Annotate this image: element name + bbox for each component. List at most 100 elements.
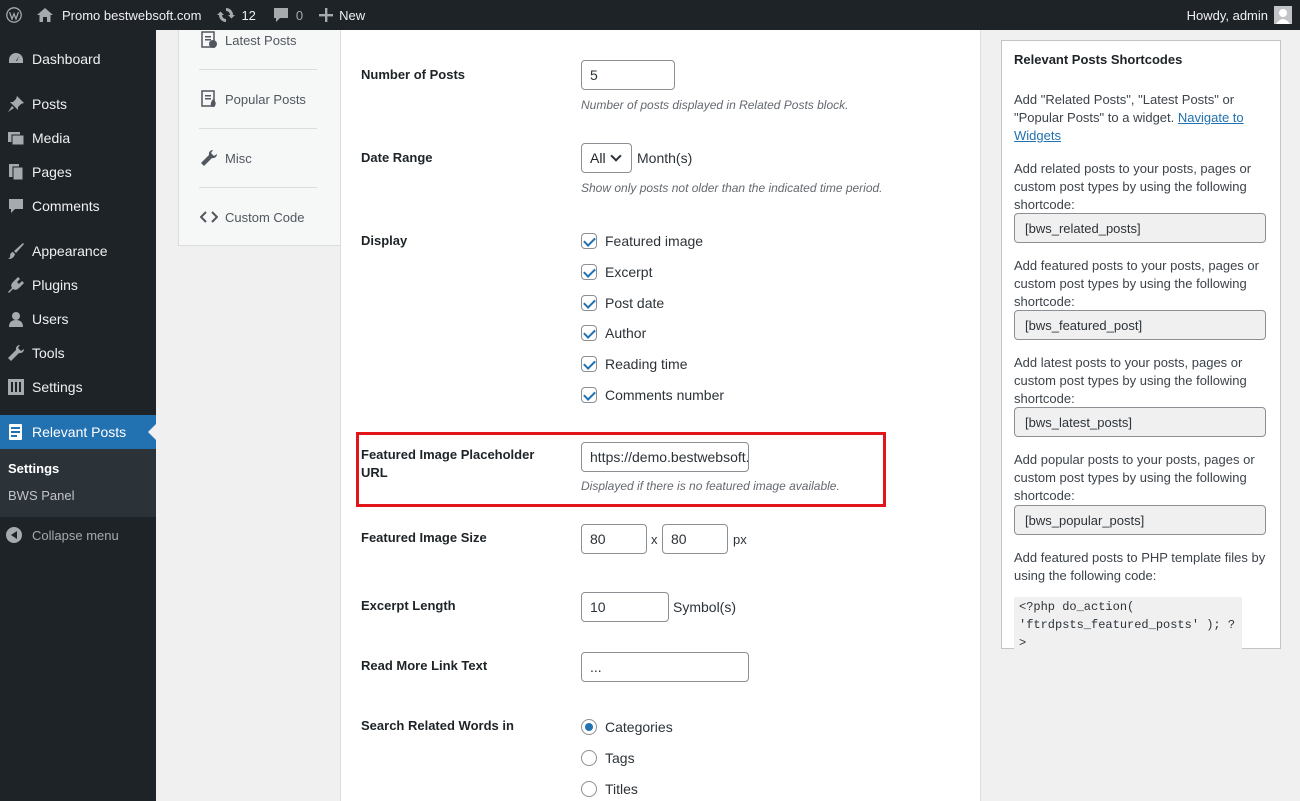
- comments-count: 0: [295, 7, 304, 23]
- tab-divider: [199, 69, 317, 70]
- menu-label: Users: [32, 311, 69, 327]
- radio-icon: [581, 750, 597, 766]
- date-range-select[interactable]: All: [581, 143, 632, 173]
- checkbox-label: Featured image: [605, 233, 704, 249]
- menu-posts[interactable]: Posts: [0, 87, 156, 121]
- menu-media[interactable]: Media: [0, 121, 156, 155]
- display-post-date-checkbox[interactable]: Post date: [581, 295, 664, 311]
- checkbox-checked-icon: [581, 295, 597, 311]
- menu-users[interactable]: Users: [0, 302, 156, 336]
- menu-label: Comments: [32, 198, 100, 214]
- date-range-label: Date Range: [361, 150, 433, 165]
- related-shortcode[interactable]: [bws_related_posts]: [1014, 213, 1266, 243]
- submenu-bws-panel[interactable]: BWS Panel: [0, 482, 156, 509]
- image-size-label: Featured Image Size: [361, 530, 487, 545]
- collapse-label: Collapse menu: [32, 527, 119, 543]
- my-account[interactable]: Howdy, admin: [1187, 6, 1300, 24]
- avatar: [1274, 6, 1292, 24]
- menu-label: Tools: [32, 345, 65, 361]
- popular-shortcode[interactable]: [bws_popular_posts]: [1014, 505, 1266, 535]
- pin-icon: [6, 94, 26, 114]
- display-reading-time-checkbox[interactable]: Reading time: [581, 356, 688, 372]
- checkbox-checked-icon: [581, 325, 597, 341]
- display-comments-number-checkbox[interactable]: Comments number: [581, 387, 724, 403]
- brush-icon: [6, 241, 26, 261]
- chevron-down-icon: [609, 150, 622, 162]
- tab-misc[interactable]: Misc: [199, 148, 317, 168]
- menu-label: Plugins: [32, 277, 78, 293]
- tab-latest-posts[interactable]: Latest Posts: [199, 30, 317, 50]
- menu-label: Posts: [32, 96, 68, 112]
- search-in-titles-radio[interactable]: Titles: [581, 781, 638, 797]
- site-name-link[interactable]: Promo bestwebsoft.com: [28, 0, 209, 30]
- radio-icon: [581, 781, 597, 797]
- updates-icon: [217, 8, 236, 22]
- submenu-settings[interactable]: Settings: [0, 455, 156, 482]
- wordpress-logo-icon[interactable]: [0, 0, 28, 30]
- tab-popular-posts[interactable]: Popular Posts: [199, 89, 317, 109]
- tab-label: Misc: [225, 150, 252, 166]
- display-featured-image-checkbox[interactable]: Featured image: [581, 233, 703, 249]
- menu-tools[interactable]: Tools: [0, 336, 156, 370]
- menu-pages[interactable]: Pages: [0, 155, 156, 189]
- relevant-posts-icon: [6, 422, 26, 442]
- menu-appearance[interactable]: Appearance: [0, 234, 156, 268]
- image-height-input[interactable]: 80: [662, 524, 728, 554]
- radio-checked-icon: [581, 719, 597, 735]
- settings-tab-nav: Latest Posts Popular Posts Misc Custom C…: [178, 30, 340, 246]
- tab-custom-code[interactable]: Custom Code: [199, 207, 317, 227]
- placeholder-url-input[interactable]: https://demo.bestwebsoft.com: [581, 442, 749, 472]
- admin-sidebar: Dashboard Posts Media Pages Comments App…: [0, 30, 156, 801]
- comments-link[interactable]: 0: [264, 0, 311, 30]
- checkbox-label: Reading time: [605, 356, 688, 372]
- placeholder-url-desc: Displayed if there is no featured image …: [581, 479, 840, 493]
- menu-label: Settings: [32, 379, 83, 395]
- search-in-categories-radio[interactable]: Categories: [581, 719, 673, 735]
- checkbox-label: Post date: [605, 295, 665, 311]
- size-unit: px: [733, 532, 747, 547]
- excerpt-length-input[interactable]: 10: [581, 592, 669, 622]
- shortcodes-widget: Relevant Posts Shortcodes Add "Related P…: [1001, 40, 1281, 653]
- home-icon: [37, 8, 53, 22]
- menu-dashboard[interactable]: Dashboard: [0, 42, 156, 76]
- php-code[interactable]: <?php do_action( 'ftrdpsts_featured_post…: [1014, 597, 1242, 653]
- number-of-posts-input[interactable]: 5: [581, 60, 675, 90]
- date-range-value: All: [590, 150, 606, 166]
- menu-comments[interactable]: Comments: [0, 189, 156, 223]
- menu-settings[interactable]: Settings: [0, 370, 156, 404]
- wrench-icon: [6, 343, 26, 363]
- comment-icon: [6, 196, 26, 216]
- dashboard-icon: [6, 49, 26, 69]
- display-excerpt-checkbox[interactable]: Excerpt: [581, 264, 652, 280]
- featured-shortcode[interactable]: [bws_featured_post]: [1014, 310, 1266, 340]
- menu-label: Media: [32, 130, 71, 146]
- number-of-posts-desc: Number of posts displayed in Related Pos…: [581, 98, 849, 112]
- new-label: New: [339, 7, 366, 23]
- new-content-link[interactable]: New: [311, 0, 373, 30]
- read-more-input[interactable]: ...: [581, 652, 749, 682]
- plugin-icon: [6, 275, 26, 295]
- checkbox-label: Comments number: [605, 387, 725, 403]
- radio-label: Categories: [605, 719, 673, 735]
- collapse-menu-button[interactable]: Collapse menu: [0, 517, 156, 553]
- media-icon: [6, 128, 26, 148]
- relevant-posts-submenu: Settings BWS Panel: [0, 449, 156, 517]
- pages-icon: [6, 162, 26, 182]
- featured-shortcode-text: Add featured posts to your posts, pages …: [1014, 258, 1259, 309]
- menu-label: Pages: [32, 164, 72, 180]
- latest-shortcode[interactable]: [bws_latest_posts]: [1014, 407, 1266, 437]
- search-in-tags-radio[interactable]: Tags: [581, 750, 635, 766]
- menu-plugins[interactable]: Plugins: [0, 268, 156, 302]
- checkbox-checked-icon: [581, 233, 597, 249]
- howdy-text: Howdy, admin: [1186, 7, 1268, 23]
- checkbox-checked-icon: [581, 356, 597, 372]
- radio-label: Titles: [605, 781, 638, 797]
- tab-divider: [199, 187, 317, 188]
- latest-posts-icon: [199, 30, 219, 50]
- read-more-label: Read More Link Text: [361, 658, 488, 673]
- code-icon: [199, 207, 219, 227]
- image-width-input[interactable]: 80: [581, 524, 647, 554]
- menu-relevant-posts[interactable]: Relevant Posts: [0, 415, 156, 449]
- updates-link[interactable]: 12: [209, 0, 263, 30]
- display-author-checkbox[interactable]: Author: [581, 325, 646, 341]
